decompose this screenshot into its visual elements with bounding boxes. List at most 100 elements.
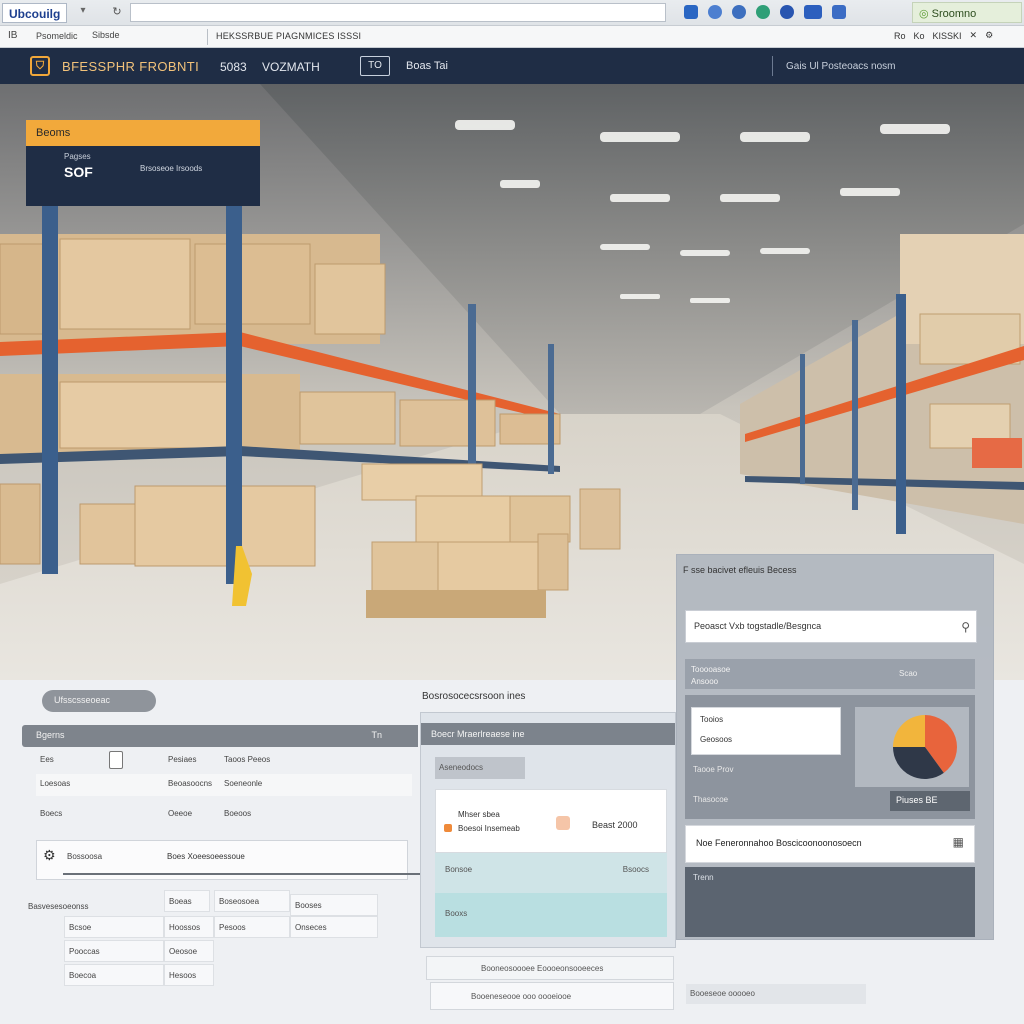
filter-value: Scao <box>899 669 918 678</box>
detail-value: Boes Xoeesoeessoue <box>167 852 245 861</box>
bookmark-home[interactable]: IB <box>8 30 17 41</box>
grid-cell: Basvesesoeonss <box>28 902 89 911</box>
order-item[interactable]: Mhser sbea Boesoi Insemeab Beast 2000 <box>435 789 667 853</box>
gear-icon: ⚙ <box>43 847 56 863</box>
filter-row[interactable]: Tooooasoe Ansooo Scao <box>685 659 975 689</box>
close-icon[interactable]: ✕ <box>970 30 978 41</box>
result-item[interactable]: Tooios <box>700 715 723 724</box>
grid-cell[interactable]: Hesoos <box>164 964 214 986</box>
table-cell: Loesoas <box>40 779 71 788</box>
grid-cell[interactable]: Bcsoe <box>64 916 164 938</box>
table-cell: Ees <box>40 755 54 764</box>
list-item[interactable]: Bonsoe Bsoocs <box>435 853 667 893</box>
address-bar[interactable] <box>130 3 666 22</box>
search-input[interactable]: Peoasct Vxb togstadle/Besgnca ⚲ <box>685 610 977 643</box>
result-list[interactable]: Tooios Geosoos <box>691 707 841 755</box>
header-account-link[interactable]: Gais Ul Posteoacs nosm <box>786 61 896 72</box>
grid-cell[interactable]: Pooccas <box>64 940 164 962</box>
nav-calendar-icon[interactable]: TO <box>360 56 390 76</box>
notice-bar[interactable]: Noe Feneronnahoo Boscicoonoonosoecn ▦ <box>685 825 975 863</box>
list-item[interactable]: Booxs <box>435 893 667 937</box>
extension-icon[interactable] <box>804 5 822 19</box>
chevron-down-icon[interactable]: ▾ <box>76 5 90 19</box>
page-path: HEKSSRBUE PIAGNMICES ISSSI <box>216 31 362 41</box>
grid-cell[interactable]: Boecoa <box>64 964 164 986</box>
table-cell: Soeneonle <box>224 779 263 788</box>
footer-link[interactable]: Booneosoooee Eoooeonsooeeces <box>426 956 674 980</box>
bookmark-item[interactable]: Sibsde <box>92 30 120 40</box>
package-icon <box>556 816 570 830</box>
shield-logo-icon[interactable]: ⛉ <box>30 56 50 76</box>
browser-tab[interactable]: Ubcouilg <box>2 3 68 23</box>
bookmark-tool[interactable]: Ko <box>914 31 925 41</box>
table-cell: Taoos Peeos <box>224 755 271 764</box>
extension-icon[interactable] <box>780 5 794 19</box>
grid-cell[interactable]: Hoossos <box>164 916 214 938</box>
footer-link[interactable]: Booeneseooe ooo oooeiooe <box>430 982 674 1010</box>
stat-card-subtitle: Pagses <box>64 152 91 161</box>
extension-icon[interactable] <box>732 5 746 19</box>
detail-row[interactable]: ⚙ Bossoosa Boes Xoeesoeessoue <box>36 840 425 880</box>
divider <box>63 873 425 875</box>
results-section: Tooios Geosoos Taooe Prov Thasocoe Piuse… <box>685 695 975 819</box>
app-header: ⛉ BFESSPHR FROBNTI 5083 VOZMATH TO Boas … <box>0 48 1024 84</box>
table-header-label: Bgerns <box>36 730 65 740</box>
barcode-icon <box>109 751 123 769</box>
extension-icons <box>684 5 846 21</box>
table-cell: Pesiaes <box>168 755 197 764</box>
bookmark-tool[interactable]: KISSKI <box>933 31 962 41</box>
section-title: Bosrosocecsrsoon ines <box>422 691 526 702</box>
order-value: Beast 2000 <box>592 820 638 830</box>
pie-chart <box>893 715 957 779</box>
extension-icon[interactable] <box>832 5 846 19</box>
divider <box>207 29 208 45</box>
grid-cell[interactable]: Booses <box>290 894 378 916</box>
tab-active[interactable]: Aseneodocs <box>435 757 525 779</box>
brand-name[interactable]: BFESSPHR FROBNTI <box>62 59 199 74</box>
nav-item[interactable]: Boas Tai <box>406 60 448 72</box>
extension-icon[interactable] <box>756 5 770 19</box>
result-label: Taooe Prov <box>693 765 734 774</box>
trend-label: Trenn <box>693 873 714 882</box>
order-line: Boesoi Insemeab <box>458 824 520 833</box>
reload-icon[interactable]: ↻ <box>110 5 124 19</box>
stat-card[interactable]: Beoms Pagses SOF Brsoseoe Irsoods <box>26 120 260 206</box>
profile-label: Sroomno <box>931 8 977 20</box>
status-badge[interactable]: Piuses BE <box>890 791 970 811</box>
trend-section: Trenn <box>685 867 975 937</box>
bookmark-item[interactable]: Psomeldic <box>36 31 78 41</box>
bookmark-tools: Ro Ko KISSKI ✕ ⚙ <box>894 30 993 41</box>
table-row[interactable]: Boecs Oeeoe Boeoos <box>36 804 412 826</box>
nav-item[interactable]: VOZMATH <box>262 60 320 74</box>
extension-icon[interactable] <box>708 5 722 19</box>
calendar-icon[interactable]: ▦ <box>953 835 964 849</box>
table-cell: Beoasoocns <box>168 779 213 788</box>
stat-card-value: SOF <box>64 164 93 180</box>
search-panel: F sse bacivet efleuis Becess Peoasct Vxb… <box>676 554 994 940</box>
list-item-label: Bonsoe <box>445 865 473 874</box>
footer-link[interactable]: Booeseoe ooooeo <box>686 984 866 1004</box>
table-cell: Boecs <box>40 809 63 818</box>
status-dot-icon <box>444 824 452 832</box>
table-header-action[interactable]: Tn <box>371 730 382 740</box>
grid-cell[interactable]: Boeas <box>164 890 210 912</box>
bookmark-tool[interactable]: Ro <box>894 31 906 41</box>
filter-pill[interactable]: Ufsscsseoeac <box>42 690 156 712</box>
nav-item[interactable]: 5083 <box>220 60 247 74</box>
profile-button[interactable]: ◎ Sroomno <box>912 2 1022 23</box>
extension-icon[interactable] <box>684 5 698 19</box>
grid-cell[interactable]: Pesoos <box>214 916 290 938</box>
search-placeholder: Peoasct Vxb togstadle/Besgnca <box>694 621 822 631</box>
detail-label: Bossoosa <box>67 852 103 861</box>
grid-cell[interactable]: Boseosoea <box>214 890 290 912</box>
table-cell: Boeoos <box>224 809 252 818</box>
result-item[interactable]: Geosoos <box>700 735 732 744</box>
search-icon[interactable]: ⚲ <box>961 620 970 634</box>
settings-icon[interactable]: ⚙ <box>985 30 993 41</box>
filter-label: Ansooo <box>691 677 719 686</box>
table-row[interactable]: Loesoas Beoasoocns Soeneonle <box>36 774 412 796</box>
table-row[interactable]: Ees Pesiaes Taoos Peeos <box>36 750 412 772</box>
grid-cell[interactable]: Onseces <box>290 916 378 938</box>
table-cell: Oeeoe <box>168 809 193 818</box>
grid-cell[interactable]: Oeosoe <box>164 940 214 962</box>
